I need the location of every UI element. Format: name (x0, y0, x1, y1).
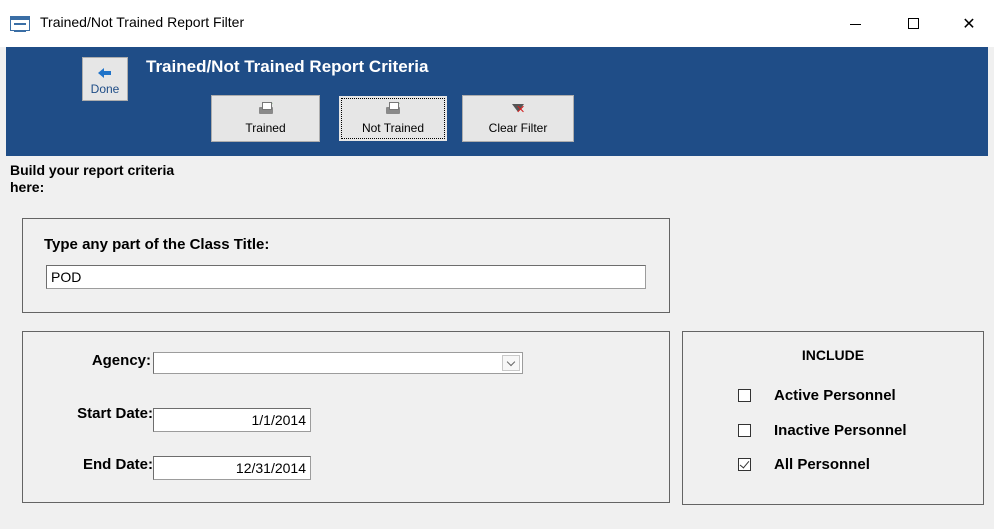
maximize-button[interactable] (890, 0, 936, 47)
end-date-label: End Date: (82, 456, 153, 473)
form-title: Trained/Not Trained Report Criteria (146, 57, 429, 76)
window-title: Trained/Not Trained Report Filter (40, 14, 245, 30)
printer-icon (385, 100, 401, 116)
clear-filter-button[interactable]: Clear Filter (462, 95, 574, 142)
include-panel: INCLUDE Active Personnel Inactive Person… (682, 331, 984, 505)
done-button[interactable]: Done (82, 57, 128, 101)
start-date-input[interactable] (153, 408, 311, 432)
all-personnel-option[interactable]: All Personnel (738, 456, 870, 473)
minimize-button[interactable] (832, 0, 878, 47)
form-icon (10, 16, 30, 32)
start-date-label: Start Date: (77, 405, 153, 422)
agency-label: Agency: (91, 352, 151, 369)
intro-text: Build your report criteria here: (10, 162, 175, 195)
maximize-icon (907, 18, 919, 29)
minimize-icon (849, 24, 861, 25)
close-icon: ✕ (962, 15, 976, 33)
trained-button[interactable]: Trained (211, 95, 320, 142)
trained-label: Trained (245, 121, 286, 135)
form-header: Done Trained/Not Trained Report Criteria… (6, 47, 988, 156)
inactive-personnel-label: Inactive Personnel (774, 422, 907, 439)
include-title: INCLUDE (801, 347, 865, 363)
all-personnel-label: All Personnel (774, 456, 870, 473)
class-title-label: Type any part of the Class Title: (44, 236, 270, 253)
clear-filter-label: Clear Filter (488, 121, 548, 135)
chevron-down-icon (506, 357, 516, 367)
agency-dropdown-button[interactable] (502, 355, 520, 371)
back-arrow-icon (98, 68, 112, 78)
active-personnel-option[interactable]: Active Personnel (738, 387, 896, 404)
not-trained-button[interactable]: Not Trained (338, 95, 448, 142)
class-title-input[interactable] (46, 265, 646, 289)
close-button[interactable]: ✕ (946, 0, 992, 47)
criteria-panel: Agency: Start Date: End Date: (22, 331, 670, 503)
active-personnel-checkbox[interactable] (738, 389, 751, 402)
not-trained-label: Not Trained (361, 121, 425, 135)
inactive-personnel-checkbox[interactable] (738, 424, 751, 437)
title-bar: Trained/Not Trained Report Filter ✕ (0, 0, 994, 47)
active-personnel-label: Active Personnel (774, 387, 896, 404)
filter-clear-icon (510, 102, 526, 116)
end-date-input[interactable] (153, 456, 311, 480)
printer-icon (258, 100, 274, 116)
all-personnel-checkbox[interactable] (738, 458, 751, 471)
done-label: Done (90, 82, 120, 96)
class-title-panel: Type any part of the Class Title: (22, 218, 670, 313)
inactive-personnel-option[interactable]: Inactive Personnel (738, 422, 907, 439)
agency-dropdown[interactable] (153, 352, 523, 374)
